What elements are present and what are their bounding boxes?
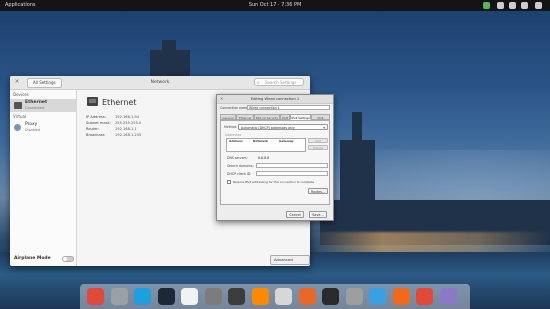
row-key: Broadcast: — [86, 133, 106, 137]
airplane-mode-toggle[interactable] — [62, 256, 74, 262]
sidebar-item-label: Proxy — [25, 122, 38, 127]
require-ipv4-checkbox[interactable] — [227, 180, 231, 184]
photos-icon[interactable] — [275, 288, 292, 305]
close-icon[interactable]: × — [220, 95, 223, 103]
network-icon[interactable] — [497, 2, 504, 9]
cancel-button[interactable]: Cancel — [286, 211, 304, 218]
toggle-knob — [63, 257, 67, 261]
row-key: Router: — [86, 127, 100, 131]
terminal-icon[interactable] — [322, 288, 339, 305]
steam-icon[interactable] — [157, 288, 175, 305]
method-value: Automatic (DHCP) addresses only — [241, 126, 295, 130]
search-input[interactable]: ⌕ Search Settings — [254, 78, 304, 86]
software-icon[interactable] — [392, 288, 410, 305]
sidebar-item-proxy[interactable]: Proxy Disabled — [10, 121, 76, 134]
addresses-table[interactable]: Address Netmask Gateway — [226, 138, 306, 152]
dock — [80, 284, 470, 309]
battery-icon[interactable] — [521, 2, 528, 9]
dns-servers-label: DNS servers: — [227, 156, 248, 160]
require-ipv4-label: Require IPv4 addressing for this connect… — [233, 180, 315, 184]
broadcast-row: Broadcast: 192.168.1.255 — [86, 133, 141, 137]
sidebar: Devices Ethernet Connected Virtual Proxy… — [10, 90, 77, 266]
row-value: 192.168.1.255 — [115, 133, 142, 137]
row-key: IP Address: — [86, 115, 106, 119]
gateway-column-header: Gateway — [279, 139, 294, 143]
row-value: 192.168.1.94 — [115, 115, 140, 119]
editing-connection-dialog: × Editing Wired connection 1 Connection … — [216, 94, 334, 221]
sidebar-item-label: Ethernet — [25, 100, 48, 105]
files-icon[interactable] — [110, 288, 128, 305]
ip-address-row: IP Address: 192.168.1.94 — [86, 115, 139, 119]
ipv4-settings-panel: Method: Automatic (DHCP) addresses only … — [220, 120, 330, 205]
netmask-column-header: Netmask — [253, 139, 268, 143]
window-header: × All Settings Network ⌕ Search Settings — [10, 76, 310, 90]
notes-icon[interactable] — [181, 288, 198, 305]
page-title: Ethernet — [102, 98, 137, 107]
dialog-title-text: Editing Wired connection 1 — [250, 97, 300, 101]
add-button[interactable]: Add — [308, 138, 328, 143]
chevron-down-icon: ▾ — [323, 126, 325, 130]
calculator-icon[interactable] — [204, 288, 222, 305]
globe-icon — [14, 124, 21, 131]
devices-heading: Devices — [13, 92, 29, 97]
sidebar-item-ethernet[interactable]: Ethernet Connected — [10, 99, 76, 112]
save-button[interactable]: Save… — [309, 211, 327, 218]
sidebar-item-status: Disabled — [25, 128, 41, 132]
sidebar-item-status: Connected — [25, 106, 44, 110]
address-column-header: Address — [229, 139, 243, 143]
method-label: Method: — [224, 125, 238, 129]
screenshot-icon[interactable] — [228, 288, 245, 305]
row-value: 255.255.255.0 — [115, 121, 142, 125]
dns-servers-field[interactable]: 8.8.8.8 — [256, 155, 328, 160]
dhcp-client-id-field[interactable] — [256, 171, 328, 176]
chrome-icon[interactable] — [87, 288, 104, 305]
music-icon[interactable] — [251, 288, 269, 305]
settings-icon[interactable] — [345, 288, 363, 305]
chrome-alt-icon[interactable] — [416, 288, 433, 305]
airplane-mode-label: Airplane Mode — [14, 256, 51, 261]
power-icon[interactable] — [535, 2, 542, 9]
town-lights — [310, 232, 550, 254]
citadel-tower — [162, 40, 176, 54]
top-panel: Applications Sun Oct 17 · 7:36 PM — [0, 0, 550, 11]
connection-name-label: Connection name: — [220, 106, 250, 110]
sound-icon[interactable] — [509, 2, 516, 9]
panel-clock[interactable]: Sun Oct 17 · 7:36 PM — [0, 0, 550, 11]
search-icon: ⌕ — [257, 80, 260, 86]
row-key: Subnet mask: — [86, 121, 111, 125]
virtual-heading: Virtual — [13, 114, 27, 119]
browser-icon[interactable] — [439, 288, 457, 305]
method-select[interactable]: Automatic (DHCP) addresses only ▾ — [238, 124, 328, 130]
advanced-settings-button[interactable]: Advanced Settings… — [270, 255, 310, 266]
install-icon[interactable] — [298, 288, 316, 305]
subnet-mask-row: Subnet mask: 255.255.255.0 — [86, 121, 141, 125]
dialog-title: × Editing Wired connection 1 — [217, 95, 333, 104]
addresses-label: Addresses — [225, 133, 242, 137]
toggle-icon[interactable] — [369, 288, 386, 305]
ethernet-large-icon — [87, 97, 98, 106]
church-spire — [352, 112, 362, 142]
router-row: Router: 192.168.1.1 — [86, 127, 137, 131]
search-domains-field[interactable] — [256, 163, 328, 168]
row-value: 192.168.1.1 — [115, 127, 137, 131]
connection-name-field[interactable]: Wired connection 1 — [247, 105, 330, 110]
search-placeholder: Search Settings — [265, 80, 297, 85]
routes-button[interactable]: Routes… — [308, 188, 328, 194]
skype-icon[interactable] — [134, 288, 151, 305]
search-domains-label: Search domains: — [227, 164, 254, 168]
dhcp-client-id-label: DHCP client ID: — [227, 172, 252, 176]
ethernet-icon — [14, 102, 22, 109]
delete-button[interactable]: Delete — [308, 145, 328, 150]
updates-icon[interactable] — [483, 2, 490, 9]
